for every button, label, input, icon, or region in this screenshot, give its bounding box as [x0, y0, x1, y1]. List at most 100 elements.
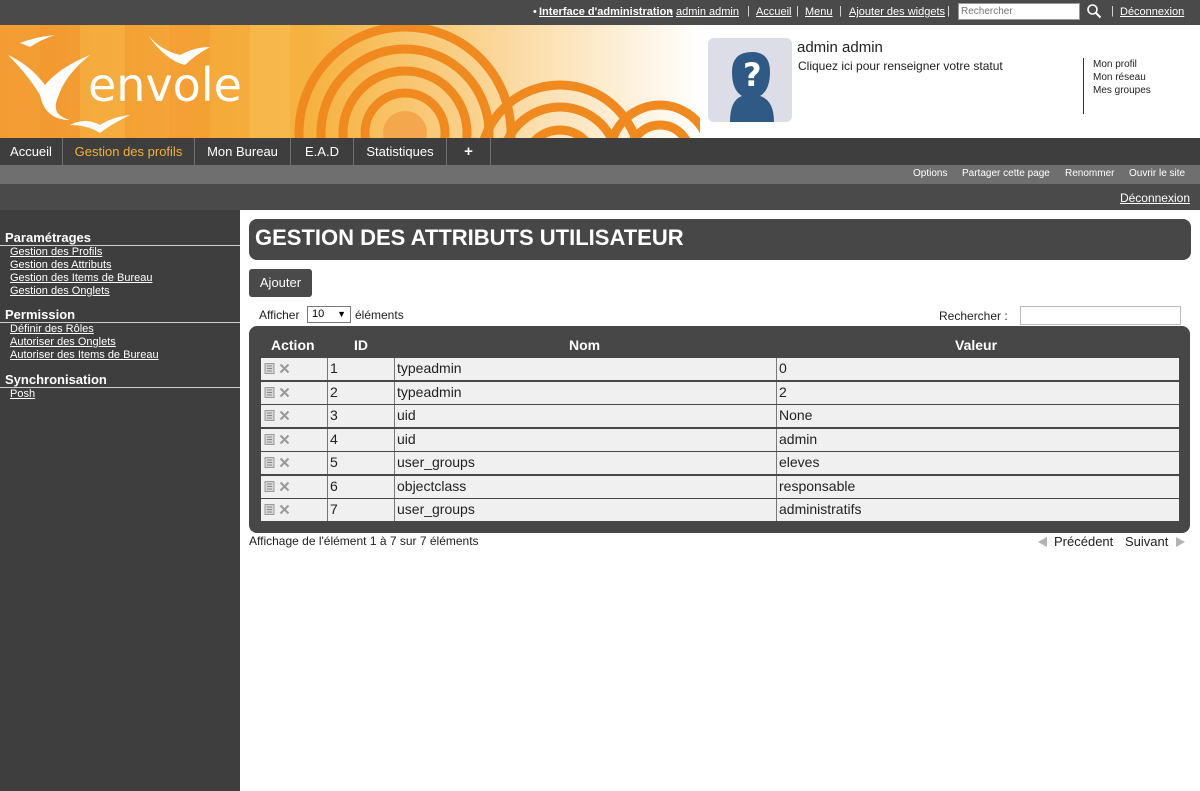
- tab-add[interactable]: +: [447, 138, 491, 165]
- table-row[interactable]: 2 typeadmin 2: [261, 382, 1179, 404]
- add-widgets-link[interactable]: Ajouter des widgets: [849, 6, 945, 18]
- column-header-id[interactable]: ID: [354, 337, 368, 353]
- delete-icon[interactable]: [279, 434, 290, 445]
- edit-icon[interactable]: [264, 504, 275, 515]
- separator: |: [796, 5, 799, 17]
- open-site-link[interactable]: Ouvrir le site: [1129, 168, 1185, 179]
- admin-interface-link[interactable]: Interface d'administration: [539, 6, 673, 18]
- cell-id: 4: [328, 429, 395, 451]
- cell-valeur: None: [779, 407, 813, 423]
- delete-icon[interactable]: [279, 363, 290, 374]
- delete-icon[interactable]: [279, 504, 290, 515]
- top-logout-link[interactable]: Déconnexion: [1120, 6, 1184, 18]
- table-row[interactable]: 4 uid admin: [261, 429, 1179, 451]
- page-options-bar: Options Partager cette page Renommer Ouv…: [0, 165, 1200, 184]
- table-row[interactable]: 7 user_groups administratifs: [261, 499, 1179, 521]
- avatar[interactable]: ?: [708, 38, 792, 122]
- profile-links: Mon profil Mon réseau Mes groupes: [1083, 58, 1151, 114]
- column-header-action[interactable]: Action: [271, 337, 315, 353]
- previous-arrow-icon[interactable]: [1036, 536, 1048, 548]
- separator: |: [947, 5, 950, 17]
- svg-text:?: ?: [743, 56, 762, 94]
- my-groups-link[interactable]: Mes groupes: [1093, 84, 1151, 97]
- logout-bar: Déconnexion: [0, 184, 1200, 210]
- my-profile-link[interactable]: Mon profil: [1093, 58, 1151, 71]
- cell-nom: typeadmin: [395, 382, 777, 404]
- sidebar-item-autoriser-onglets[interactable]: Autoriser des Onglets: [10, 336, 116, 349]
- table-row[interactable]: 5 user_groups eleves: [261, 452, 1179, 474]
- sidebar-item-posh[interactable]: Posh: [10, 388, 35, 401]
- tab-ead[interactable]: E.A.D: [291, 138, 354, 165]
- tab-mon-bureau[interactable]: Mon Bureau: [195, 138, 291, 165]
- previous-page-button[interactable]: Précédent: [1054, 534, 1113, 549]
- show-entries-select[interactable]: 10 ▼: [307, 306, 351, 323]
- bullet: •: [533, 6, 537, 18]
- avatar-placeholder-icon: ?: [730, 52, 774, 122]
- sidebar-section-synchronisation: Synchronisation: [0, 372, 240, 388]
- table-row[interactable]: 6 objectclass responsable: [261, 476, 1179, 498]
- edit-icon[interactable]: [264, 410, 275, 421]
- rename-link[interactable]: Renommer: [1065, 168, 1114, 179]
- logo-text: envole: [88, 58, 242, 112]
- page-title: GESTION DES ATTRIBUTS UTILISATEUR: [249, 219, 1191, 260]
- edit-icon[interactable]: [264, 457, 275, 468]
- tab-accueil[interactable]: Accueil: [0, 138, 63, 165]
- home-link[interactable]: Accueil: [756, 6, 791, 18]
- search-icon[interactable]: [1086, 3, 1102, 19]
- tab-statistiques[interactable]: Statistiques: [354, 138, 447, 165]
- top-utility-bar: • Interface d'administration • admin adm…: [0, 0, 1200, 25]
- sidebar-item-gestion-des-onglets[interactable]: Gestion des Onglets: [10, 285, 110, 298]
- my-network-link[interactable]: Mon réseau: [1093, 71, 1151, 84]
- menu-link[interactable]: Menu: [805, 6, 833, 18]
- edit-icon[interactable]: [264, 481, 275, 492]
- cell-id: 3: [328, 405, 395, 427]
- bullet: •: [669, 6, 673, 18]
- sidebar-item-autoriser-items[interactable]: Autoriser des Items de Bureau: [10, 349, 159, 362]
- profile-name[interactable]: admin admin: [797, 39, 883, 56]
- row-actions: [261, 358, 328, 380]
- column-header-nom[interactable]: Nom: [569, 337, 600, 353]
- sidebar-section-permission: Permission: [0, 307, 240, 323]
- row-actions: [261, 476, 328, 498]
- cell-id: 1: [328, 358, 395, 380]
- top-search-input[interactable]: [958, 3, 1080, 20]
- next-arrow-icon[interactable]: [1175, 536, 1187, 548]
- table-search-input[interactable]: [1020, 306, 1181, 325]
- sidebar-item-gestion-des-items[interactable]: Gestion des Items de Bureau: [10, 272, 152, 285]
- main-nav: Accueil Gestion des profils Mon Bureau E…: [0, 138, 1200, 165]
- cell-valeur: administratifs: [779, 501, 862, 517]
- delete-icon[interactable]: [279, 481, 290, 492]
- table-row[interactable]: 1 typeadmin 0: [261, 358, 1179, 380]
- cell-nom: typeadmin: [395, 358, 777, 380]
- share-page-link[interactable]: Partager cette page: [962, 168, 1050, 179]
- edit-icon[interactable]: [264, 387, 275, 398]
- tab-gestion-des-profils[interactable]: Gestion des profils: [63, 138, 195, 165]
- delete-icon[interactable]: [279, 387, 290, 398]
- separator: |: [839, 5, 842, 17]
- sidebar-section-parametrages: Paramétrages: [0, 230, 240, 246]
- logout-link[interactable]: Déconnexion: [1120, 191, 1190, 205]
- delete-icon[interactable]: [279, 410, 290, 421]
- table-row[interactable]: 3 uid None: [261, 405, 1179, 427]
- profile-status-prompt[interactable]: Cliquez ici pour renseigner votre statut: [798, 59, 1003, 73]
- sidebar: Paramétrages Gestion des Profils Gestion…: [0, 210, 240, 791]
- options-link[interactable]: Options: [913, 168, 947, 179]
- cell-valeur: admin: [779, 431, 818, 447]
- edit-icon[interactable]: [264, 434, 275, 445]
- edit-icon[interactable]: [264, 363, 275, 374]
- separator: |: [747, 5, 750, 17]
- column-header-valeur[interactable]: Valeur: [955, 337, 997, 353]
- add-button[interactable]: Ajouter: [249, 269, 312, 297]
- cell-id: 2: [328, 382, 395, 404]
- cell-valeur: 2: [779, 384, 787, 400]
- chevron-down-icon: ▼: [337, 309, 346, 319]
- sidebar-item-gestion-des-attributs[interactable]: Gestion des Attributs: [10, 259, 112, 272]
- delete-icon[interactable]: [279, 457, 290, 468]
- sidebar-item-gestion-des-profils[interactable]: Gestion des Profils: [10, 246, 102, 259]
- row-actions: [261, 429, 328, 451]
- cell-nom: user_groups: [395, 499, 777, 521]
- sidebar-item-definir-roles[interactable]: Définir des Rôles: [10, 323, 94, 336]
- next-page-button[interactable]: Suivant: [1125, 534, 1168, 549]
- cell-nom: uid: [395, 405, 777, 427]
- user-link[interactable]: admin admin: [676, 6, 739, 18]
